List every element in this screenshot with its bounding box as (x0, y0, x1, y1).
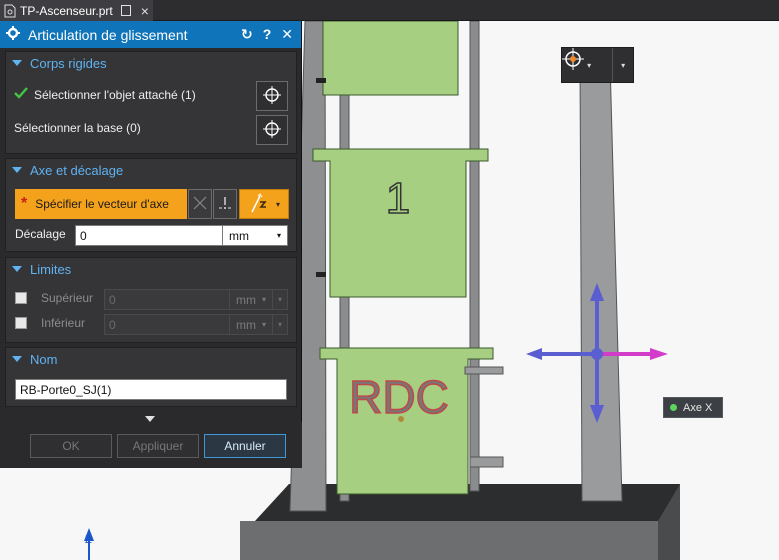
lower-limit-unit-select[interactable]: mm ▾ (229, 314, 273, 335)
chevron-down-icon: ▾ (261, 320, 266, 329)
reverse-direction-button[interactable] (188, 189, 212, 219)
upper-limit-label: Supérieur (41, 291, 94, 305)
lower-unit-value: mm (236, 317, 256, 332)
panel-top (322, 21, 459, 96)
part-file-icon (4, 4, 16, 18)
axis-x-tag[interactable]: Axe X (663, 397, 723, 418)
expand-triangle-icon (12, 356, 22, 362)
tab-close-icon[interactable]: × (141, 3, 149, 19)
group-title: Limites (30, 261, 72, 277)
status-dot-icon (670, 404, 677, 411)
slider-joint-dialog: Articulation de glissement ↻ ? ✕ Corps r… (0, 21, 302, 468)
tab-float-icon[interactable] (120, 5, 131, 16)
specify-vector-row[interactable]: * Spécifier le vecteur d'axe (15, 189, 187, 219)
document-tab[interactable]: TP-Ascenseur.prt × (0, 0, 153, 21)
bracket (316, 272, 326, 277)
group-header-axis-offset[interactable]: Axe et décalage (6, 159, 296, 181)
lower-limit-input[interactable]: 0 (104, 314, 230, 335)
select-base-row[interactable]: Sélectionner la base (0) (6, 121, 298, 135)
expand-triangle-icon (12, 60, 22, 66)
upper-unit-value: mm (236, 292, 256, 307)
dialog-title-bar[interactable]: Articulation de glissement ↻ ? ✕ (0, 21, 301, 48)
right-post (579, 60, 623, 502)
reverse-direction-icon (192, 195, 208, 214)
offset-unit-value: mm (229, 228, 249, 243)
select-attached-row[interactable]: Sélectionner l'objet attaché (1) (6, 87, 298, 102)
apply-button[interactable]: Appliquer (117, 434, 199, 458)
select-base-label: Sélectionner la base (0) (14, 121, 141, 135)
crosshair-icon (262, 85, 282, 108)
select-attached-button[interactable] (256, 81, 288, 111)
floor-1-label: 1 (386, 174, 410, 223)
triad-z-label: Z (85, 534, 92, 546)
group-header-rigid-bodies[interactable]: Corps rigides (6, 52, 296, 74)
bracket-plate (464, 366, 504, 375)
checkmark-icon (14, 87, 28, 102)
guide-rod-right (469, 21, 480, 492)
group-limits: Limites Supérieur 0 mm ▾ ▾ Inférieur 0 m… (5, 257, 297, 343)
upper-limit-checkbox[interactable] (15, 292, 27, 304)
axis-triad-manipulator (526, 283, 668, 423)
group-header-name[interactable]: Nom (6, 348, 296, 370)
joint-name-input[interactable]: RB-Porte0_SJ(1) (15, 379, 287, 400)
offset-label: Décalage (15, 227, 66, 241)
lower-limit-label: Inférieur (41, 316, 86, 330)
chevron-down-icon: ▾ (587, 60, 592, 70)
help-icon[interactable]: ? (263, 26, 272, 43)
group-axis-offset: Axe et décalage * Spécifier le vecteur d… (5, 158, 297, 252)
lower-limit-spinner[interactable]: ▾ (272, 314, 288, 335)
group-header-limits[interactable]: Limites (6, 258, 296, 280)
inferred-vector-button[interactable]: ▾ (239, 189, 289, 219)
snap-toolbar: ▾ ▾ (561, 47, 634, 83)
close-icon[interactable]: ✕ (281, 26, 293, 43)
offset-input[interactable]: 0 (75, 225, 223, 246)
chevron-down-icon: ▾ (276, 231, 281, 240)
anchor-point (398, 416, 404, 422)
expand-triangle-icon (12, 167, 22, 173)
group-name: Nom RB-Porte0_SJ(1) (5, 347, 297, 407)
vector-dialog-icon (217, 195, 233, 214)
cancel-button[interactable]: Annuler (204, 434, 286, 458)
required-asterisk-icon: * (21, 195, 28, 212)
upper-limit-unit-select[interactable]: mm ▾ (229, 289, 273, 310)
gear-icon[interactable] (6, 26, 20, 43)
vector-dialog-button[interactable] (213, 189, 237, 219)
rdc-label: RDC (349, 371, 449, 423)
select-base-button[interactable] (256, 115, 288, 145)
select-attached-label: Sélectionner l'objet attaché (1) (34, 87, 196, 102)
dialog-title: Articulation de glissement (28, 26, 188, 43)
expand-triangle-icon (12, 266, 22, 272)
snap-point-button[interactable]: ▾ (562, 48, 614, 82)
ok-button[interactable]: OK (30, 434, 112, 458)
crosshair-icon (262, 119, 282, 142)
axis-x-label: Axe X (683, 401, 713, 414)
inferred-vector-icon (248, 192, 270, 217)
specify-vector-label: Spécifier le vecteur d'axe (35, 197, 169, 211)
chevron-down-icon: ▾ (275, 199, 280, 209)
chevron-down-icon: ▾ (261, 295, 266, 304)
upper-limit-spinner[interactable]: ▾ (272, 289, 288, 310)
group-title: Corps rigides (30, 55, 107, 71)
bracket (316, 78, 326, 83)
toolbar-options-dropdown[interactable]: ▾ (613, 48, 633, 82)
document-tab-title: TP-Ascenseur.prt (20, 3, 113, 18)
base-block-front (240, 521, 658, 560)
offset-unit-select[interactable]: mm ▾ (222, 225, 288, 246)
bracket-plate (469, 456, 504, 468)
group-title: Axe et décalage (30, 162, 124, 178)
document-tab-bar: TP-Ascenseur.prt × (0, 0, 779, 21)
group-rigid-bodies: Corps rigides Sélectionner l'objet attac… (5, 51, 297, 154)
reset-icon[interactable]: ↻ (241, 26, 253, 43)
group-title: Nom (30, 351, 58, 367)
panel-floor-1 (312, 148, 489, 298)
upper-limit-input[interactable]: 0 (104, 289, 230, 310)
lower-limit-checkbox[interactable] (15, 317, 27, 329)
